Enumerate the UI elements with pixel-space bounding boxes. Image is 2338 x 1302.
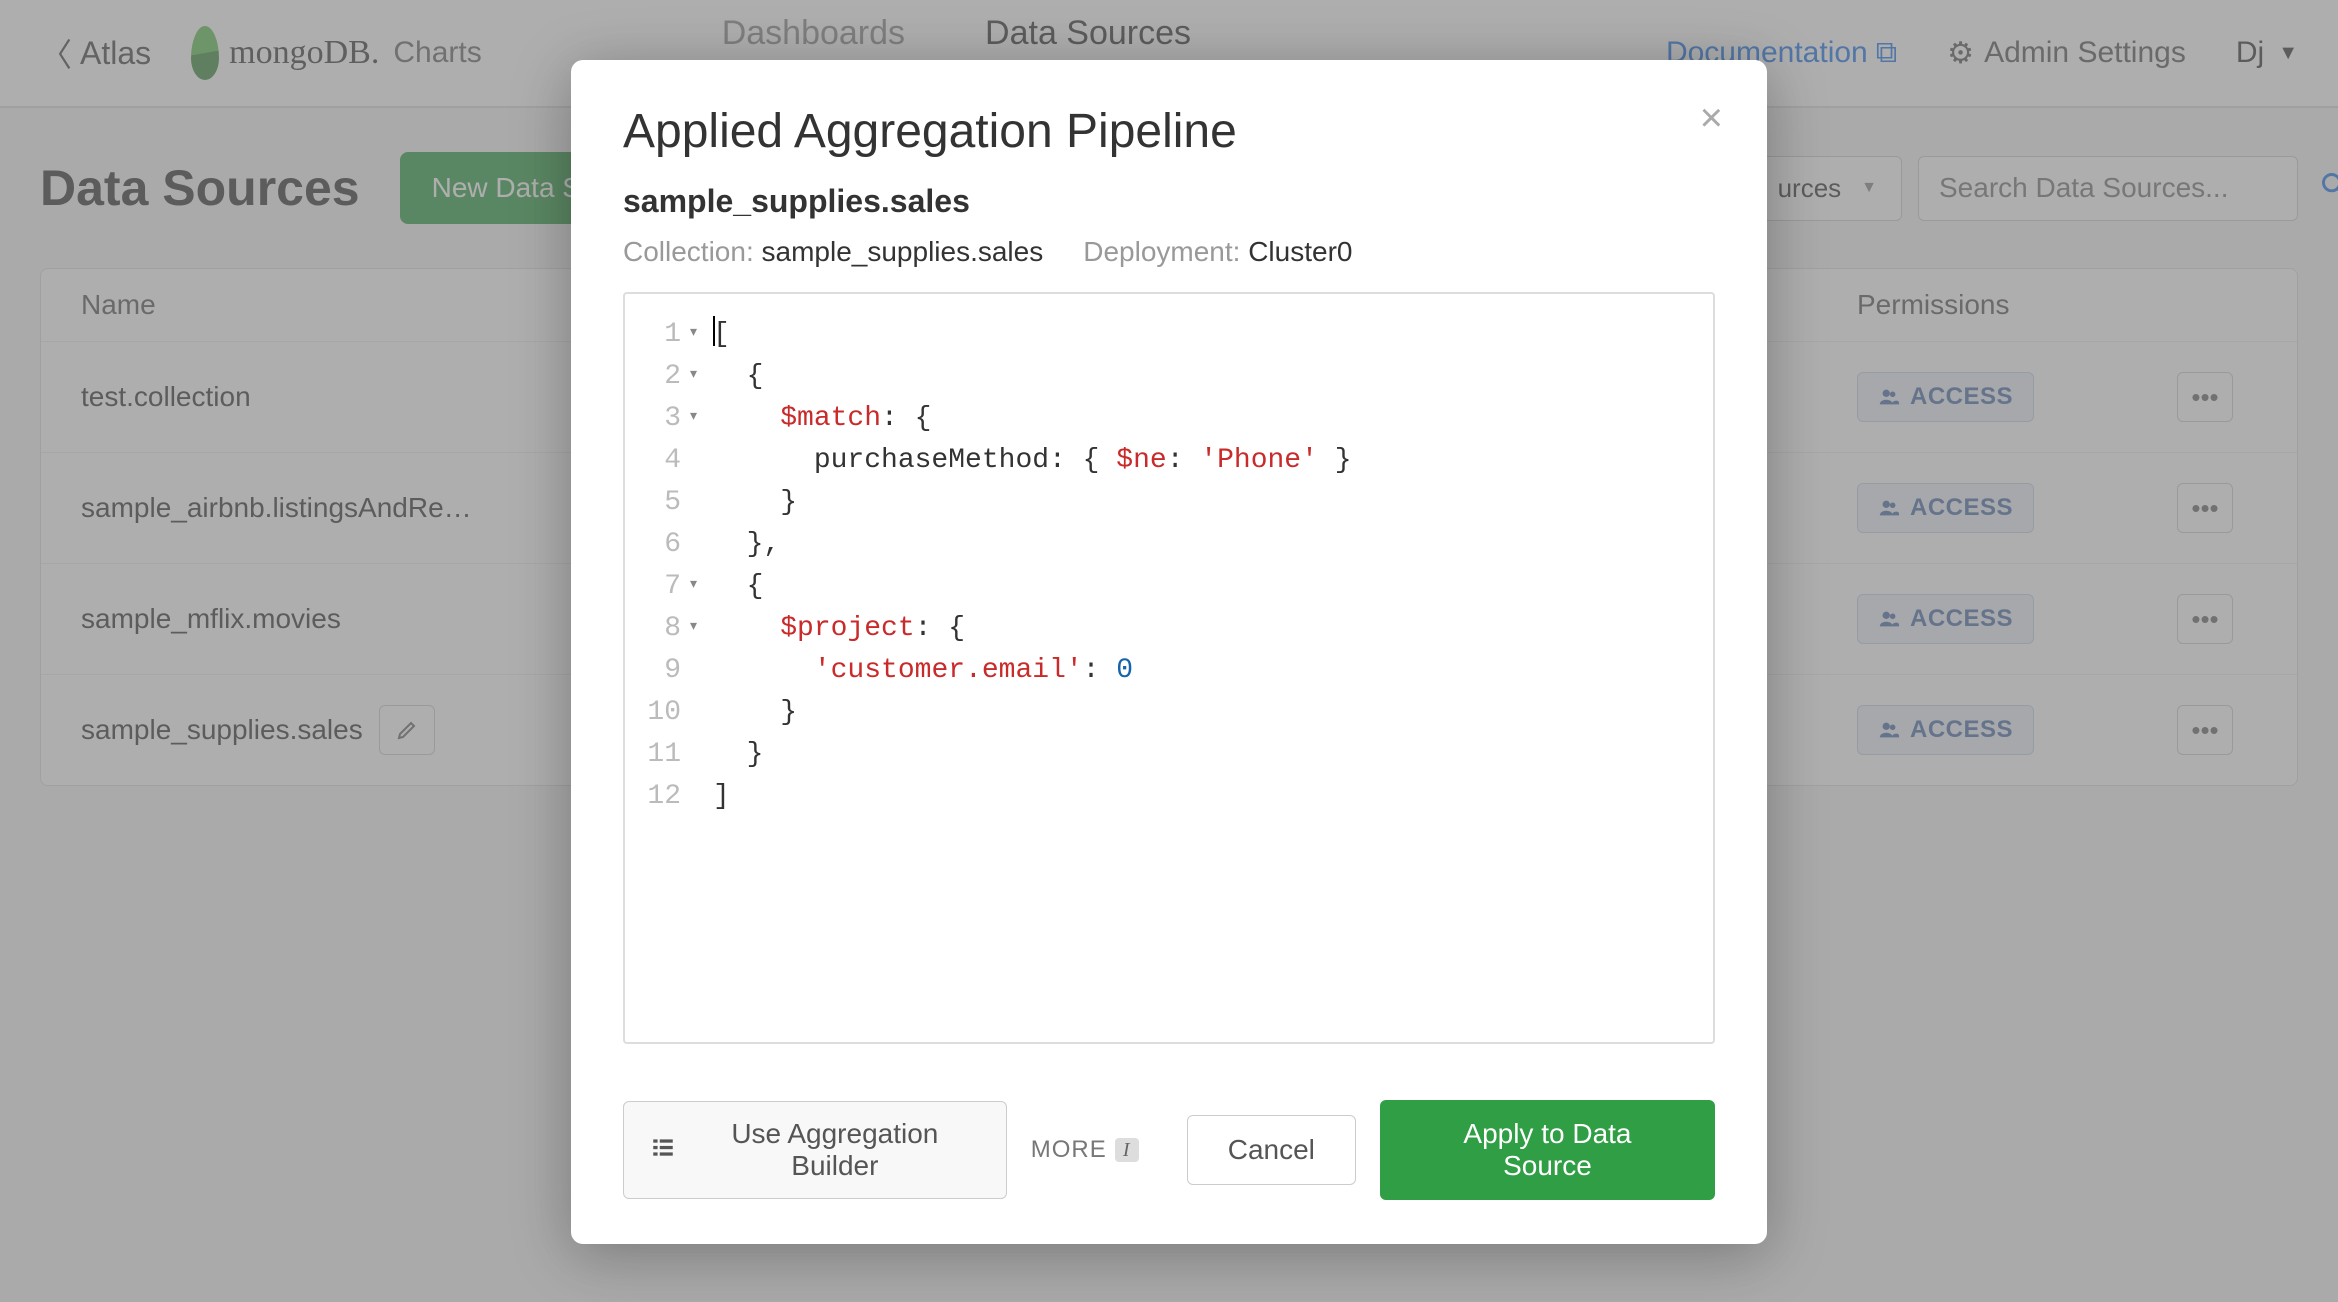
collection-value: sample_supplies.sales [762,236,1044,267]
modal-title: Applied Aggregation Pipeline [623,104,1715,159]
collection-label: Collection: [623,236,754,267]
deployment-value: Cluster0 [1248,236,1352,267]
apply-button[interactable]: Apply to Data Source [1380,1100,1715,1200]
pipeline-code-editor[interactable]: 1▾2▾3▾4567▾8▾9101112 [ { $match: { purch… [623,292,1715,1044]
modal-overlay: × Applied Aggregation Pipeline sample_su… [0,0,2338,1302]
modal-subtitle: sample_supplies.sales [623,183,1715,220]
deployment-label: Deployment: [1083,236,1240,267]
list-icon [650,1134,676,1167]
aggregation-pipeline-modal: × Applied Aggregation Pipeline sample_su… [571,60,1767,1244]
close-icon[interactable]: × [1700,98,1723,138]
use-aggregation-builder-button[interactable]: Use Aggregation Builder [623,1101,1007,1199]
info-icon: i [1115,1138,1139,1162]
more-info[interactable]: More i [1031,1136,1139,1164]
cancel-button[interactable]: Cancel [1187,1115,1356,1185]
